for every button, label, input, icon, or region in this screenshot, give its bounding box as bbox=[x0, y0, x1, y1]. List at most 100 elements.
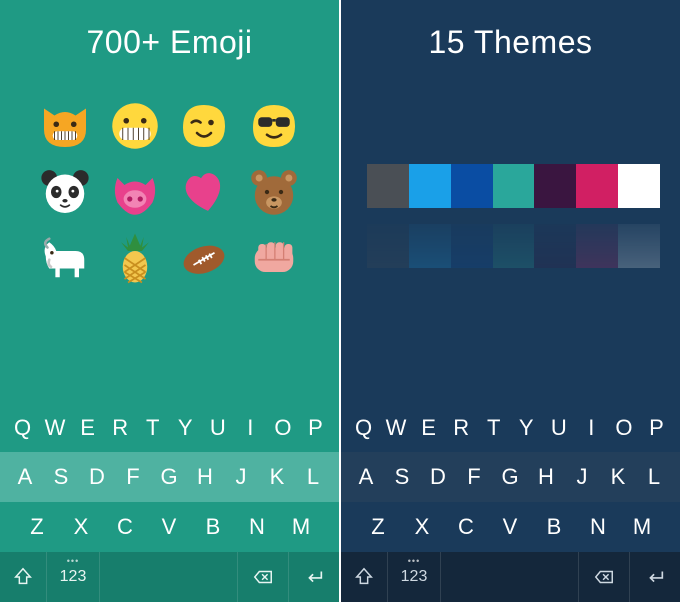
key-m[interactable]: M bbox=[625, 514, 661, 540]
key-j[interactable]: J bbox=[566, 464, 600, 490]
key-o[interactable]: O bbox=[609, 415, 639, 441]
emoji-title: 700+ Emoji bbox=[0, 24, 339, 61]
key-x[interactable]: X bbox=[64, 514, 100, 540]
key-u[interactable]: U bbox=[544, 415, 574, 441]
key-h[interactable]: H bbox=[530, 464, 564, 490]
key-i[interactable]: I bbox=[236, 415, 266, 441]
key-p[interactable]: P bbox=[642, 415, 672, 441]
key-k[interactable]: K bbox=[261, 464, 295, 490]
key-c[interactable]: C bbox=[449, 514, 485, 540]
numeric-key-label: 123 bbox=[60, 568, 87, 586]
key-d[interactable]: D bbox=[81, 464, 115, 490]
enter-key[interactable] bbox=[629, 552, 680, 602]
keyboard-row-1: QWERTYUIOP bbox=[341, 404, 680, 452]
shift-key[interactable] bbox=[0, 552, 47, 602]
bear-icon bbox=[244, 164, 304, 220]
keyboard-left: QWERTYUIOP ASDFGHJKL ZXCVBNM ••• 123 bbox=[0, 404, 339, 602]
theme-swatch-5[interactable] bbox=[576, 164, 618, 208]
key-a[interactable]: A bbox=[350, 464, 384, 490]
numeric-key[interactable]: ••• 123 bbox=[47, 552, 100, 602]
key-g[interactable]: G bbox=[494, 464, 528, 490]
keyboard-right: QWERTYUIOP ASDFGHJKL ZXCVBNM ••• 123 bbox=[341, 404, 680, 602]
key-y[interactable]: Y bbox=[171, 415, 201, 441]
key-s[interactable]: S bbox=[45, 464, 79, 490]
sunglasses-blob-icon bbox=[244, 98, 304, 154]
key-p[interactable]: P bbox=[301, 415, 331, 441]
numeric-key[interactable]: ••• 123 bbox=[388, 552, 441, 602]
theme-swatch-4[interactable] bbox=[534, 164, 576, 208]
enter-key[interactable] bbox=[288, 552, 339, 602]
shift-key[interactable] bbox=[341, 552, 388, 602]
theme-swatches-reflection bbox=[367, 208, 660, 268]
key-e[interactable]: E bbox=[73, 415, 103, 441]
keyboard-bottom-row: ••• 123 bbox=[0, 552, 339, 602]
more-dots-icon: ••• bbox=[67, 556, 79, 566]
keyboard-row-2: ASDFGHJKL bbox=[341, 452, 680, 502]
key-q[interactable]: Q bbox=[8, 415, 38, 441]
key-t[interactable]: T bbox=[138, 415, 168, 441]
key-r[interactable]: R bbox=[106, 415, 136, 441]
key-z[interactable]: Z bbox=[20, 514, 56, 540]
keyboard-row-1: QWERTYUIOP bbox=[0, 404, 339, 452]
goat-icon bbox=[35, 230, 95, 286]
key-r[interactable]: R bbox=[447, 415, 477, 441]
key-l[interactable]: L bbox=[297, 464, 331, 490]
key-b[interactable]: B bbox=[537, 514, 573, 540]
key-t[interactable]: T bbox=[479, 415, 509, 441]
key-n[interactable]: N bbox=[581, 514, 617, 540]
key-c[interactable]: C bbox=[108, 514, 144, 540]
key-w[interactable]: W bbox=[382, 415, 412, 441]
key-f[interactable]: F bbox=[117, 464, 151, 490]
heart-icon bbox=[175, 164, 235, 220]
key-f[interactable]: F bbox=[458, 464, 492, 490]
backspace-key[interactable] bbox=[237, 552, 288, 602]
keyboard-bottom-row: ••• 123 bbox=[341, 552, 680, 602]
wink-blob-icon bbox=[175, 98, 235, 154]
key-a[interactable]: A bbox=[9, 464, 43, 490]
key-b[interactable]: B bbox=[196, 514, 232, 540]
key-z[interactable]: Z bbox=[361, 514, 397, 540]
space-key[interactable] bbox=[441, 552, 578, 602]
key-j[interactable]: J bbox=[225, 464, 259, 490]
theme-swatch-3[interactable] bbox=[493, 164, 535, 208]
emoji-grid bbox=[35, 98, 304, 286]
fist-icon bbox=[244, 230, 304, 286]
theme-swatch-0[interactable] bbox=[367, 164, 409, 208]
pig-nose-icon bbox=[105, 164, 165, 220]
key-g[interactable]: G bbox=[153, 464, 187, 490]
key-x[interactable]: X bbox=[405, 514, 441, 540]
theme-swatch-6[interactable] bbox=[618, 164, 660, 208]
space-key[interactable] bbox=[100, 552, 237, 602]
key-k[interactable]: K bbox=[602, 464, 636, 490]
more-dots-icon: ••• bbox=[408, 556, 420, 566]
pineapple-icon bbox=[105, 230, 165, 286]
theme-swatch-1[interactable] bbox=[409, 164, 451, 208]
panda-icon bbox=[35, 164, 95, 220]
grin-icon bbox=[105, 98, 165, 154]
key-e[interactable]: E bbox=[414, 415, 444, 441]
themes-title: 15 Themes bbox=[341, 24, 680, 61]
key-s[interactable]: S bbox=[386, 464, 420, 490]
key-h[interactable]: H bbox=[189, 464, 223, 490]
emoji-panel: 700+ Emoji QWERTYUIOP ASDFGHJKL ZXCVBNM … bbox=[0, 0, 339, 602]
keyboard-row-3: ZXCVBNM bbox=[0, 502, 339, 552]
key-q[interactable]: Q bbox=[349, 415, 379, 441]
theme-swatch-2[interactable] bbox=[451, 164, 493, 208]
key-n[interactable]: N bbox=[240, 514, 276, 540]
backspace-key[interactable] bbox=[578, 552, 629, 602]
key-d[interactable]: D bbox=[422, 464, 456, 490]
cat-grin-icon bbox=[35, 98, 95, 154]
key-o[interactable]: O bbox=[268, 415, 298, 441]
numeric-key-label: 123 bbox=[401, 568, 428, 586]
key-l[interactable]: L bbox=[638, 464, 672, 490]
key-v[interactable]: V bbox=[152, 514, 188, 540]
keyboard-row-3: ZXCVBNM bbox=[341, 502, 680, 552]
key-w[interactable]: W bbox=[41, 415, 71, 441]
key-m[interactable]: M bbox=[284, 514, 320, 540]
key-y[interactable]: Y bbox=[512, 415, 542, 441]
key-i[interactable]: I bbox=[577, 415, 607, 441]
keyboard-row-2: ASDFGHJKL bbox=[0, 452, 339, 502]
key-u[interactable]: U bbox=[203, 415, 233, 441]
themes-panel: 15 Themes QWERTYUIOP ASDFGHJKL ZXCVBNM •… bbox=[341, 0, 680, 602]
key-v[interactable]: V bbox=[493, 514, 529, 540]
